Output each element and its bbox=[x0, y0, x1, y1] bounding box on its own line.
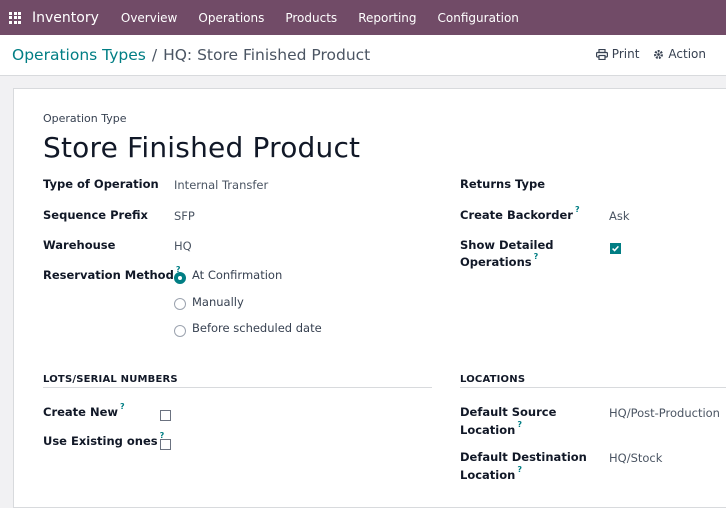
breadcrumb: Operations Types / HQ: Store Finished Pr… bbox=[12, 46, 370, 64]
type-of-operation-label: Type of Operation bbox=[43, 177, 159, 191]
create-backorder-label-text: Create Backorder bbox=[460, 208, 573, 222]
breadcrumb-parent-link[interactable]: Operations Types bbox=[12, 46, 146, 64]
record-title[interactable]: Store Finished Product bbox=[43, 131, 360, 164]
control-panel: Operations Types / HQ: Store Finished Pr… bbox=[0, 35, 726, 76]
menu-products[interactable]: Products bbox=[285, 11, 337, 25]
lots-section-divider bbox=[43, 387, 432, 388]
default-destination-location-field[interactable]: HQ/Stock bbox=[609, 451, 662, 465]
help-tooltip-icon[interactable]: ? bbox=[517, 420, 522, 429]
gear-icon bbox=[654, 49, 664, 59]
reservation-option-manually[interactable] bbox=[174, 295, 186, 314]
create-new-checkbox[interactable] bbox=[160, 406, 171, 425]
show-detailed-operations-label-text: Operations bbox=[460, 255, 532, 269]
create-backorder-field[interactable]: Ask bbox=[609, 209, 630, 223]
menu-reporting[interactable]: Reporting bbox=[358, 11, 416, 25]
radio-selected-icon[interactable] bbox=[174, 272, 186, 284]
default-source-location-field[interactable]: HQ/Post-Production bbox=[609, 406, 720, 420]
use-existing-label: Use Existing ones? bbox=[43, 431, 164, 448]
action-menu-button[interactable]: Action bbox=[653, 47, 706, 61]
reservation-method-label: Reservation Method? bbox=[43, 265, 180, 282]
breadcrumb-current: HQ: Store Finished Product bbox=[163, 46, 371, 64]
create-backorder-label: Create Backorder? bbox=[460, 205, 580, 222]
warehouse-label: Warehouse bbox=[43, 238, 116, 252]
reservation-method-label-text: Reservation Method bbox=[43, 268, 174, 282]
menu-configuration[interactable]: Configuration bbox=[438, 11, 519, 25]
print-label: Print bbox=[611, 47, 640, 61]
action-toolbar: Print Action bbox=[582, 47, 706, 61]
print-button[interactable]: Print bbox=[595, 47, 640, 61]
app-name[interactable]: Inventory bbox=[32, 10, 99, 26]
default-destination-label-line1: Default Destination bbox=[460, 450, 587, 464]
locations-section-heading: LOCATIONS bbox=[460, 374, 526, 385]
create-new-label: Create New? bbox=[43, 402, 125, 419]
reservation-option-before-scheduled[interactable] bbox=[174, 322, 186, 341]
operation-type-label: Operation Type bbox=[43, 112, 127, 125]
create-new-label-text: Create New bbox=[43, 405, 119, 419]
default-source-label-line1: Default Source bbox=[460, 405, 557, 419]
top-navbar: Inventory Overview Operations Products R… bbox=[0, 0, 726, 35]
reservation-option-at-confirmation-label[interactable]: At Confirmation bbox=[192, 268, 282, 282]
sequence-prefix-field[interactable]: SFP bbox=[174, 209, 195, 223]
show-detailed-operations-label-line2: Operations? bbox=[460, 252, 539, 269]
menu-operations[interactable]: Operations bbox=[198, 11, 264, 25]
returns-type-label: Returns Type bbox=[460, 177, 546, 191]
show-detailed-operations-label-line1: Show Detailed bbox=[460, 238, 554, 252]
type-of-operation-field[interactable]: Internal Transfer bbox=[174, 178, 268, 192]
radio-unselected-icon[interactable] bbox=[174, 325, 186, 337]
use-existing-checkbox[interactable] bbox=[160, 435, 171, 454]
checkbox-unchecked-icon[interactable] bbox=[160, 439, 171, 450]
default-destination-label-text: Location bbox=[460, 468, 516, 482]
breadcrumb-separator: / bbox=[151, 46, 158, 64]
lots-section-heading: LOTS/SERIAL NUMBERS bbox=[43, 374, 178, 385]
print-icon bbox=[595, 48, 608, 60]
reservation-option-manually-label[interactable]: Manually bbox=[192, 295, 244, 309]
checkbox-unchecked-icon[interactable] bbox=[160, 410, 171, 421]
help-tooltip-icon[interactable]: ? bbox=[120, 402, 125, 411]
help-tooltip-icon[interactable]: ? bbox=[534, 252, 539, 261]
sequence-prefix-label: Sequence Prefix bbox=[43, 208, 148, 222]
form-sheet: Operation Type Store Finished Product Ty… bbox=[13, 88, 726, 508]
default-source-label-line2: Location? bbox=[460, 420, 522, 437]
help-tooltip-icon[interactable]: ? bbox=[575, 205, 580, 214]
action-label: Action bbox=[668, 47, 706, 61]
reservation-option-before-scheduled-label[interactable]: Before scheduled date bbox=[192, 321, 322, 335]
show-detailed-operations-checkbox[interactable] bbox=[610, 239, 621, 258]
reservation-option-at-confirmation[interactable] bbox=[174, 269, 186, 288]
radio-unselected-icon[interactable] bbox=[174, 298, 186, 310]
app-grid-icon[interactable] bbox=[9, 11, 21, 24]
default-destination-label-line2: Location? bbox=[460, 465, 522, 482]
use-existing-label-text: Use Existing ones bbox=[43, 434, 158, 448]
checkbox-checked-icon[interactable] bbox=[610, 243, 621, 254]
default-source-label-text: Location bbox=[460, 423, 516, 437]
locations-section-divider bbox=[460, 387, 726, 388]
help-tooltip-icon[interactable]: ? bbox=[517, 465, 522, 474]
warehouse-field[interactable]: HQ bbox=[174, 239, 192, 253]
menu-overview[interactable]: Overview bbox=[121, 11, 178, 25]
